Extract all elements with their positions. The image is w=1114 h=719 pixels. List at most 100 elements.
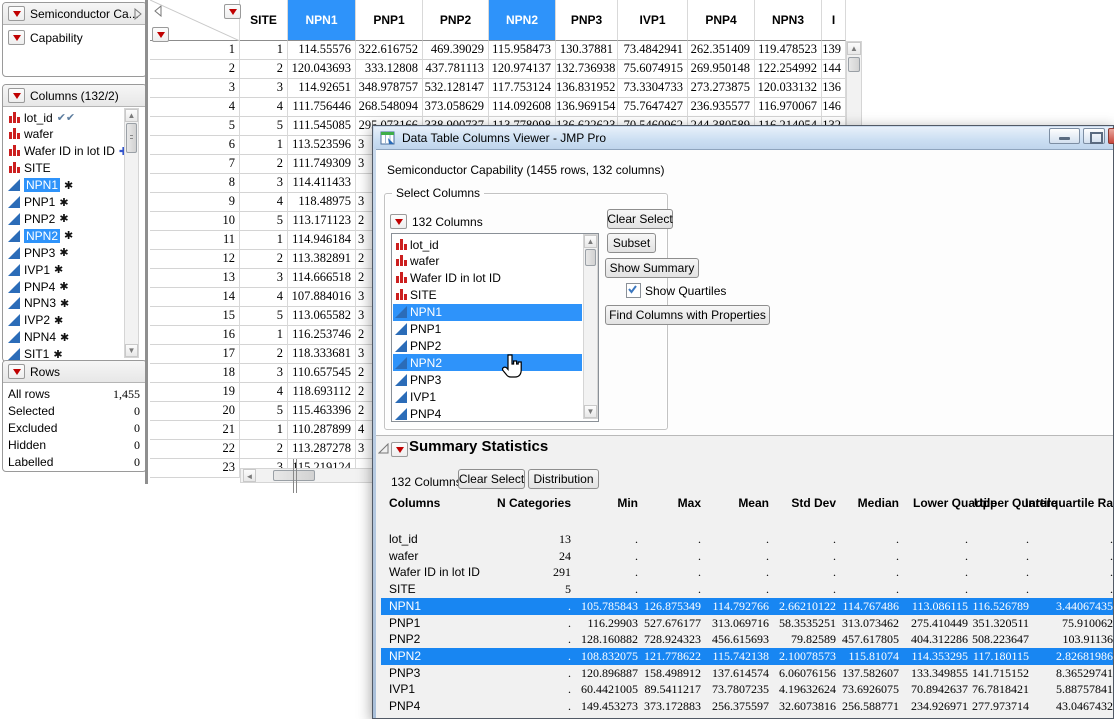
column-header-PNP4[interactable]: PNP4 [688, 0, 755, 41]
columns-listbox[interactable]: lot_idwaferWafer ID in lot IDSITENPN1PNP… [391, 233, 599, 422]
summary-cell-iqr: . [993, 582, 1113, 597]
table-cell: 118.333681 [288, 345, 356, 364]
maximize-button[interactable] [1083, 128, 1105, 144]
minimize-button[interactable] [1049, 128, 1080, 144]
columns-count-label: 132 Columns [412, 215, 483, 229]
column-header-NPN2[interactable]: NPN2 [489, 0, 556, 41]
table-cell: 73.3304733 [618, 79, 688, 98]
columns-menu-icon[interactable] [224, 4, 241, 19]
row-number-cell: 16 [150, 326, 240, 345]
table-cell: 373.058629 [423, 98, 489, 117]
dialog-titlebar[interactable]: Data Table Columns Viewer - JMP Pro [374, 127, 1112, 149]
show-summary-button[interactable]: Show Summary [605, 258, 699, 278]
select-columns-group-label: Select Columns [392, 186, 484, 200]
table-cell: 236.935577 [688, 98, 755, 117]
table-cell: 1 [240, 136, 288, 155]
column-header-PNP2[interactable]: PNP2 [423, 0, 489, 41]
show-quartiles-label: Show Quartiles [645, 284, 726, 298]
table-cell: 4 [240, 288, 288, 307]
scroll-up-icon[interactable]: ▲ [847, 42, 861, 55]
column-header-PNP3[interactable]: PNP3 [556, 0, 618, 41]
row-number-cell: 7 [150, 155, 240, 174]
row-number-cell: 13 [150, 269, 240, 288]
column-header-SITE[interactable]: SITE [240, 0, 288, 41]
listbox-item[interactable]: SITE [393, 287, 582, 304]
column-label: wafer [410, 254, 439, 268]
row-number-cell: 15 [150, 307, 240, 326]
listbox-item[interactable]: NPN1 [393, 304, 582, 321]
subset-button[interactable]: Subset [607, 233, 656, 253]
summary-statistics-table: ColumnsN CategoriesMinMaxMeanStd DevMedi… [376, 497, 1113, 718]
distribution-button[interactable]: Distribution [528, 469, 599, 489]
rows-menu-icon[interactable] [152, 27, 169, 42]
table-cell: 114.55576 [288, 41, 356, 60]
summary-cell-iqr: 8.36529741 [993, 666, 1113, 681]
mouse-cursor-hand-icon [500, 354, 522, 380]
listbox-item[interactable]: Wafer ID in lot ID [393, 270, 582, 287]
red-triangle-menu-icon[interactable] [391, 442, 408, 457]
check-icon [627, 284, 638, 295]
summary-columns-count: 132 Columns [391, 475, 462, 489]
scrollbar-thumb[interactable] [273, 470, 315, 481]
listbox-item[interactable]: IVP1 [393, 388, 582, 405]
listbox-item[interactable]: PNP3 [393, 371, 582, 388]
close-button[interactable] [1108, 128, 1114, 144]
scrollbar-thumb[interactable] [848, 57, 860, 72]
table-cell: 322.616752 [356, 41, 423, 60]
table-cell: 5 [240, 307, 288, 326]
table-cell: 114.92651 [288, 79, 356, 98]
listbox-item[interactable]: PNP4 [393, 405, 582, 422]
table-cell: 122.254992 [755, 60, 822, 79]
table-cell: 3 [240, 269, 288, 288]
row-number-cell: 11 [150, 231, 240, 250]
scroll-up-icon[interactable]: ▲ [584, 235, 597, 248]
listbox-item[interactable]: wafer [393, 253, 582, 270]
listbox-item[interactable]: PNP1 [393, 321, 582, 338]
table-cell: 75.6074915 [618, 60, 688, 79]
show-quartiles-checkbox[interactable] [626, 283, 641, 298]
listbox-item[interactable]: NPN2 [393, 354, 582, 371]
continuous-column-icon [395, 374, 407, 386]
row-number-cell: 10 [150, 212, 240, 231]
summary-clear-select-button[interactable]: Clear Select [458, 469, 525, 489]
column-label: NPN2 [410, 356, 442, 370]
scroll-left-icon[interactable]: ◄ [243, 469, 256, 482]
summary-header-max: Max [641, 497, 701, 510]
summary-cell-iqr: 5.88757841 [993, 682, 1113, 697]
listbox-item[interactable]: PNP2 [393, 337, 582, 354]
scroll-down-icon[interactable]: ▼ [584, 405, 597, 418]
column-label: IVP1 [410, 390, 436, 404]
table-cell: 5 [240, 117, 288, 136]
table-cell: 114.092608 [489, 98, 556, 117]
column-label: PNP3 [410, 373, 441, 387]
table-cell: 2 [240, 250, 288, 269]
table-cell: 269.950148 [688, 60, 755, 79]
summary-header-min: Min [578, 497, 638, 510]
summary-collapse-icon[interactable] [378, 443, 389, 454]
column-header-NPN1[interactable]: NPN1 [288, 0, 356, 41]
table-cell: 113.382891 [288, 250, 356, 269]
summary-cell-iqr: 75.910062 [993, 616, 1113, 631]
table-cell: 273.273875 [688, 79, 755, 98]
red-triangle-menu-icon[interactable] [390, 214, 407, 229]
histogram-column-icon [395, 272, 407, 284]
table-cell: 114.946184 [288, 231, 356, 250]
table-cell: 262.351409 [688, 41, 755, 60]
column-header-IVP1[interactable]: IVP1 [618, 0, 688, 41]
listbox-item[interactable]: lot_id [393, 236, 582, 253]
row-number-cell: 17 [150, 345, 240, 364]
clear-select-button[interactable]: Clear Select [607, 209, 673, 229]
scrollbar-thumb[interactable] [585, 249, 596, 266]
column-header-I[interactable]: I [822, 0, 846, 41]
row-number-cell: 12 [150, 250, 240, 269]
summary-cell-iqr: . [993, 565, 1113, 580]
find-columns-button[interactable]: Find Columns with Properties [605, 305, 770, 325]
table-cell: 120.974137 [489, 60, 556, 79]
table-cell: 4 [240, 98, 288, 117]
column-header-PNP1[interactable]: PNP1 [356, 0, 423, 41]
listbox-scrollbar[interactable]: ▲ ▼ [583, 234, 598, 419]
column-header-NPN3[interactable]: NPN3 [755, 0, 822, 41]
table-cell: 4 [240, 383, 288, 402]
table-cell: 348.978757 [356, 79, 423, 98]
table-cell: 136 [822, 79, 846, 98]
